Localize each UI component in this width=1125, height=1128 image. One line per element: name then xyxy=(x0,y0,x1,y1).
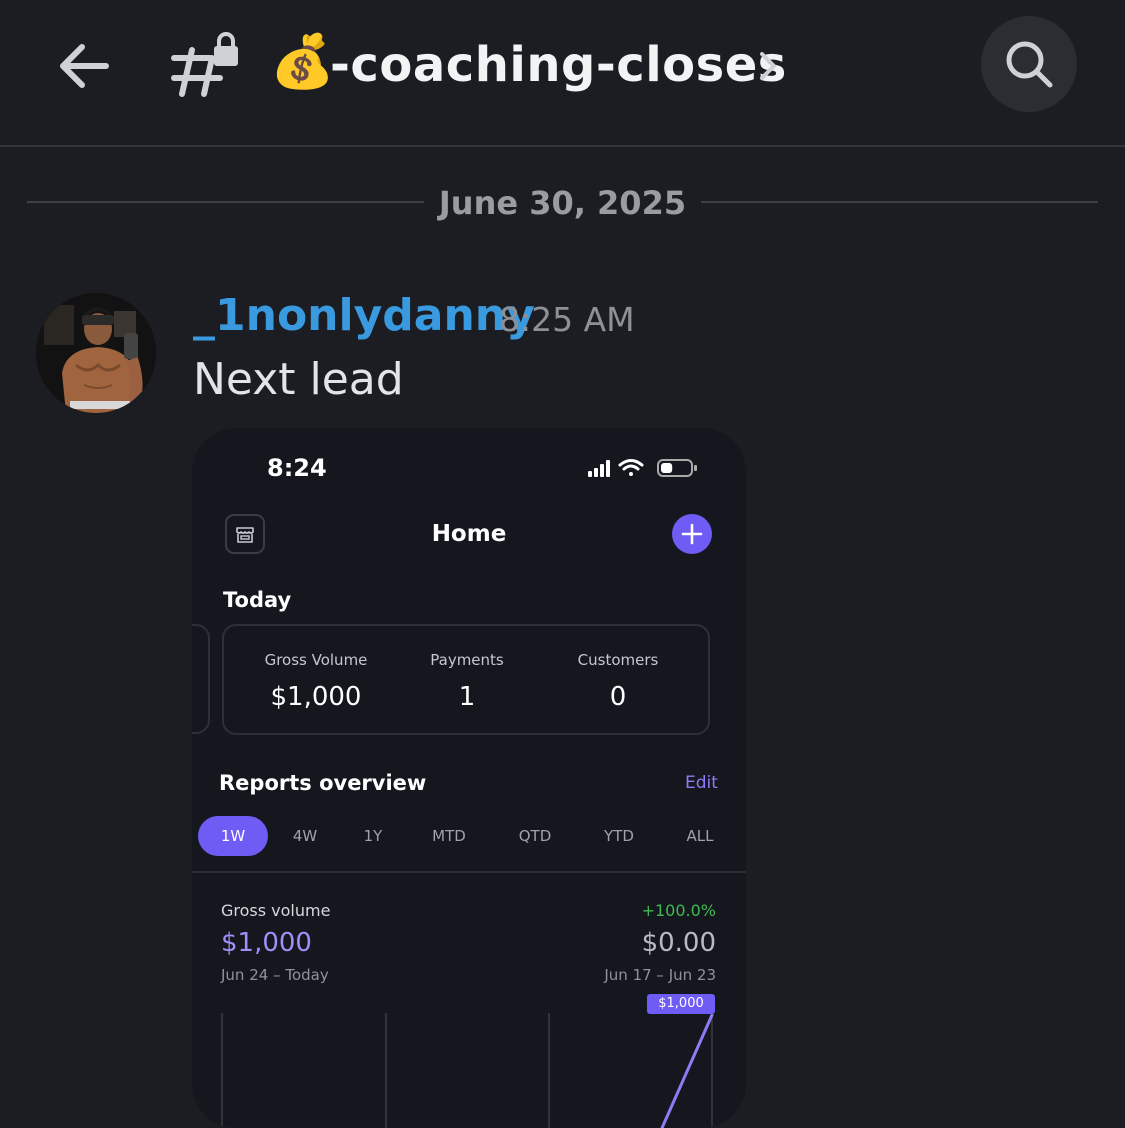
chevron-right-icon[interactable] xyxy=(752,46,784,86)
signal-icon xyxy=(588,460,610,477)
range-tab-mtd[interactable]: MTD xyxy=(418,816,480,856)
channel-emoji: 💰 xyxy=(270,32,335,92)
edit-link[interactable]: Edit xyxy=(685,771,718,795)
previous-volume-range: Jun 17 – Jun 23 xyxy=(604,966,716,984)
gross-volume-label: Gross volume xyxy=(221,901,331,920)
range-tab-1w[interactable]: 1W xyxy=(198,816,268,856)
plus-icon xyxy=(681,523,703,545)
reports-heading: Reports overview xyxy=(219,771,427,795)
search-icon xyxy=(1006,41,1053,88)
date-divider-line xyxy=(701,201,1098,203)
channel-header: 💰 -coaching-closes xyxy=(0,0,1125,146)
section-divider xyxy=(192,871,746,873)
locked-channel-icon xyxy=(170,28,242,100)
gross-volume-chart[interactable] xyxy=(192,1013,746,1128)
range-tab-4w[interactable]: 4W xyxy=(280,816,330,856)
status-bar-time: 8:24 xyxy=(267,454,327,482)
wifi-icon xyxy=(618,459,644,476)
back-arrow-icon xyxy=(60,44,109,88)
previous-volume-value: $0.00 xyxy=(641,928,716,958)
gross-volume-range: Jun 24 – Today xyxy=(221,966,329,984)
previous-card[interactable] xyxy=(192,624,210,734)
range-tab-all[interactable]: ALL xyxy=(672,816,728,856)
range-tabs: 1W 4W 1Y MTD QTD YTD ALL xyxy=(198,816,738,856)
range-tab-ytd[interactable]: YTD xyxy=(588,816,650,856)
message-text: Next lead xyxy=(193,354,404,405)
screen-title: Home xyxy=(431,521,507,547)
status-bar-icons xyxy=(588,459,697,477)
chart-tooltip: $1,000 xyxy=(647,994,715,1014)
today-stats-card[interactable]: Gross Volume $1,000 Payments 1 Customers… xyxy=(222,624,710,735)
gross-volume-change: +100.0% xyxy=(641,901,716,920)
stat-payments: Payments 1 xyxy=(430,651,504,712)
avatar[interactable] xyxy=(36,293,156,413)
range-tab-qtd[interactable]: QTD xyxy=(504,816,566,856)
stat-gross-volume: Gross Volume $1,000 xyxy=(264,651,368,712)
gross-volume-value: $1,000 xyxy=(221,928,312,958)
range-tab-1y[interactable]: 1Y xyxy=(348,816,398,856)
chart-series-line xyxy=(660,1013,714,1128)
add-button[interactable] xyxy=(672,514,712,554)
back-button[interactable] xyxy=(52,34,116,98)
date-divider-line xyxy=(27,201,424,203)
search-button[interactable] xyxy=(981,16,1077,112)
image-attachment[interactable]: 8:24 Home Today Gross Volume $1,000 Paym… xyxy=(192,428,746,1128)
message-author[interactable]: _1nonlydanny xyxy=(193,288,535,344)
message-timestamp: 8:25 AM xyxy=(499,300,635,339)
stat-customers: Customers 0 xyxy=(577,651,659,712)
battery-icon xyxy=(657,459,697,477)
channel-name[interactable]: -coaching-closes xyxy=(330,30,787,100)
header-divider xyxy=(0,145,1125,147)
today-heading: Today xyxy=(223,588,292,612)
date-divider: June 30, 2025 xyxy=(438,184,687,222)
